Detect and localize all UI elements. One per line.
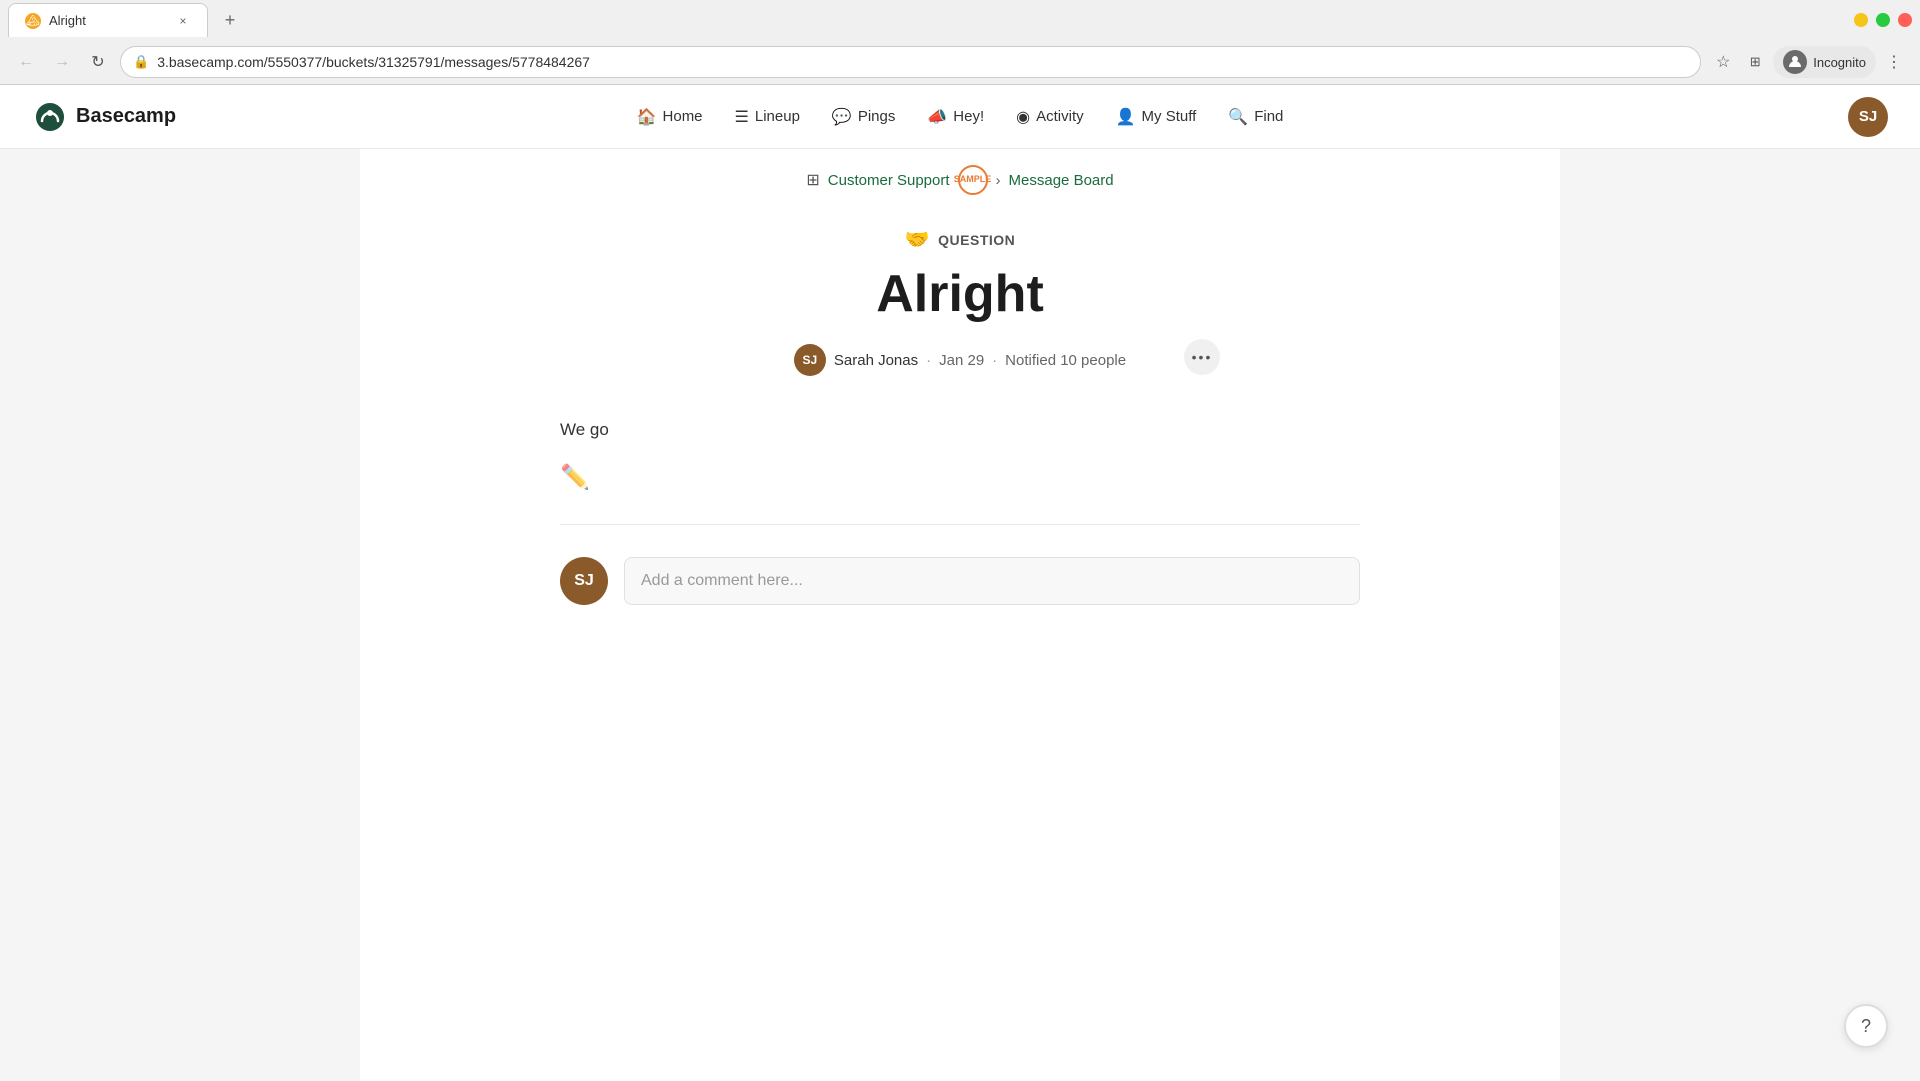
message-title: Alright (560, 264, 1360, 324)
bookmark-button[interactable]: ☆ (1709, 48, 1737, 76)
nav-activity-label: Activity (1036, 108, 1084, 125)
more-menu-button[interactable]: ••• (1184, 339, 1220, 375)
new-tab-button[interactable]: + (216, 6, 244, 34)
nav-pings-label: Pings (858, 108, 896, 125)
back-icon: ← (18, 53, 34, 71)
breadcrumb-separator: › (996, 172, 1001, 189)
commenter-avatar: SJ (560, 557, 608, 605)
window-maximize-button[interactable] (1876, 13, 1890, 27)
meta-dot-1: · (926, 352, 931, 369)
activity-icon: ◉ (1016, 107, 1030, 127)
author-avatar: SJ (794, 344, 826, 376)
nav-hey[interactable]: 📣 Hey! (913, 99, 998, 135)
nav-hey-label: Hey! (953, 108, 984, 125)
nav-lineup-label: Lineup (755, 108, 800, 125)
find-icon: 🔍 (1228, 107, 1248, 127)
incognito-badge[interactable]: Incognito (1773, 46, 1876, 78)
browser-toolbar: ← → ↻ 🔒 3.basecamp.com/5550377/buckets/3… (0, 40, 1920, 84)
message-container: 🤝 QUESTION Alright SJ Sarah Jonas · Jan … (520, 203, 1400, 677)
nav-find[interactable]: 🔍 Find (1214, 99, 1297, 135)
comment-input[interactable]: Add a comment here... (624, 557, 1360, 605)
tab-title: Alright (49, 13, 167, 28)
message-header: 🤝 QUESTION Alright SJ Sarah Jonas · Jan … (560, 203, 1360, 408)
tab-bar: 🏔 Alright × + (0, 0, 1920, 40)
message-date: Jan 29 (939, 352, 984, 369)
nav-mystuff-label: My Stuff (1142, 108, 1197, 125)
nav-activity[interactable]: ◉ Activity (1002, 99, 1097, 135)
security-icon: 🔒 (133, 54, 149, 70)
lineup-icon: ☰ (735, 107, 749, 127)
tab-close-button[interactable]: × (175, 13, 191, 29)
tab-favicon: 🏔 (25, 13, 41, 29)
message-type: 🤝 QUESTION (560, 227, 1360, 252)
more-icon: ••• (1192, 349, 1213, 365)
back-button[interactable]: ← (12, 48, 40, 76)
meta-dot-2: · (992, 352, 997, 369)
app: Basecamp 🏠 Home ☰ Lineup 💬 Pings 📣 Hey! … (0, 85, 1920, 1081)
comment-area: SJ Add a comment here... (560, 525, 1360, 637)
message-body: We go ✏️ (560, 408, 1360, 525)
home-icon: 🏠 (637, 107, 657, 127)
comment-placeholder: Add a comment here... (641, 572, 803, 590)
logo-text: Basecamp (76, 105, 176, 128)
sample-badge: SAMPLE (958, 165, 988, 195)
forward-icon: → (54, 53, 70, 71)
message-text: We go (560, 416, 1360, 443)
url-text: 3.basecamp.com/5550377/buckets/31325791/… (157, 54, 1688, 70)
author-name: Sarah Jonas (834, 352, 918, 369)
user-avatar[interactable]: SJ (1848, 97, 1888, 137)
nav-find-label: Find (1254, 108, 1283, 125)
page-body: ⊞ Customer Support SAMPLE › Message Boar… (360, 149, 1560, 1081)
breadcrumb-project-link[interactable]: Customer Support (828, 172, 950, 189)
hey-icon: 📣 (927, 107, 947, 127)
toolbar-actions: ☆ ⊞ Incognito ⋮ (1709, 46, 1908, 78)
window-close-button[interactable] (1898, 13, 1912, 27)
message-meta: SJ Sarah Jonas · Jan 29 · Notified 10 pe… (560, 344, 1360, 376)
message-type-label: QUESTION (938, 232, 1015, 248)
breadcrumb: ⊞ Customer Support SAMPLE › Message Boar… (360, 149, 1560, 203)
question-icon: 🤝 (905, 227, 930, 252)
address-bar[interactable]: 🔒 3.basecamp.com/5550377/buckets/3132579… (120, 46, 1701, 78)
incognito-label: Incognito (1813, 55, 1866, 70)
breadcrumb-board-link[interactable]: Message Board (1009, 172, 1114, 189)
forward-button[interactable]: → (48, 48, 76, 76)
logo-area[interactable]: Basecamp (32, 99, 176, 135)
browser-chrome: 🏔 Alright × + ← → ↻ 🔒 3.basecamp.com/555… (0, 0, 1920, 85)
nav-home[interactable]: 🏠 Home (623, 99, 717, 135)
notified-text: Notified 10 people (1005, 352, 1126, 369)
extensions-button[interactable]: ⊞ (1741, 48, 1769, 76)
nav-mystuff[interactable]: 👤 My Stuff (1102, 99, 1211, 135)
browser-more-icon: ⋮ (1886, 52, 1902, 72)
pings-icon: 💬 (832, 107, 852, 127)
nav-lineup[interactable]: ☰ Lineup (721, 99, 814, 135)
emoji-pencil-icon[interactable]: ✏️ (560, 463, 590, 492)
active-tab[interactable]: 🏔 Alright × (8, 3, 208, 37)
nav-pings[interactable]: 💬 Pings (818, 99, 909, 135)
incognito-icon (1783, 50, 1807, 74)
basecamp-logo-icon (32, 99, 68, 135)
nav-links: 🏠 Home ☰ Lineup 💬 Pings 📣 Hey! ◉ Activit… (623, 99, 1298, 135)
help-icon: ? (1861, 1016, 1871, 1037)
browser-menu-button[interactable]: ⋮ (1880, 48, 1908, 76)
reload-icon: ↻ (91, 52, 104, 72)
project-grid-icon: ⊞ (806, 170, 819, 190)
help-button[interactable]: ? (1844, 1004, 1888, 1048)
bookmark-icon: ☆ (1716, 52, 1730, 72)
window-minimize-button[interactable] (1854, 13, 1868, 27)
reload-button[interactable]: ↻ (84, 48, 112, 76)
mystuff-icon: 👤 (1116, 107, 1136, 127)
extensions-icon: ⊞ (1750, 54, 1761, 70)
nav-home-label: Home (663, 108, 703, 125)
outer-wrap: ⊞ Customer Support SAMPLE › Message Boar… (0, 149, 1920, 1081)
top-nav: Basecamp 🏠 Home ☰ Lineup 💬 Pings 📣 Hey! … (0, 85, 1920, 149)
sample-badge-label: SAMPLE (954, 175, 992, 185)
